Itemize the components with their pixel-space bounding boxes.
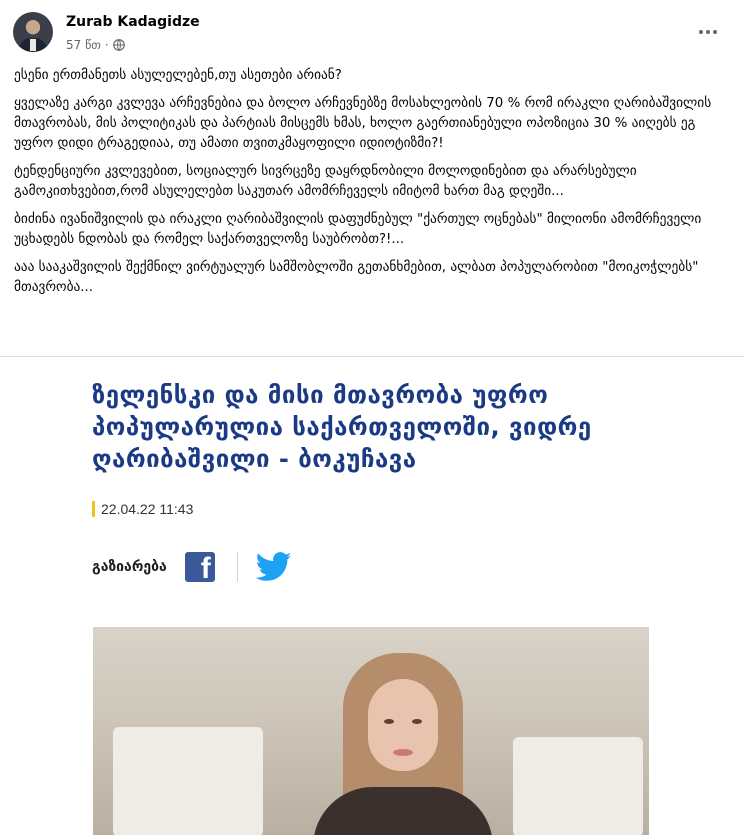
person-eye (384, 719, 394, 724)
more-dot (706, 30, 710, 34)
avatar-shirt (30, 39, 36, 51)
chair (513, 737, 643, 835)
post-paragraph: ესენი ერთმანეთს ასულელებენ,თუ ასეთები არ… (14, 68, 342, 83)
post-paragraph: ყველაზე კარგი კვლევა არჩევნებია და ბოლო … (14, 96, 712, 151)
twitter-icon[interactable] (255, 552, 292, 582)
article-headline[interactable]: ზელენსკი და მისი მთავრობა უფრო პოპულარულ… (92, 379, 692, 475)
date-accent-bar (92, 501, 95, 517)
person-lips (393, 749, 413, 756)
share-separator (236, 552, 238, 582)
facebook-icon[interactable]: f (184, 552, 215, 585)
post-paragraph: ბიძინა ივანიშვილის და ირაკლი ღარიბაშვილი… (14, 212, 702, 247)
article-date-row: 22.04.22 11:43 (92, 501, 193, 517)
article-date: 22.04.22 11:43 (101, 501, 194, 517)
avatar[interactable] (13, 12, 53, 52)
post-paragraph: ტენდენციური კვლევებით, სოციალურ სივრცეზე… (14, 164, 637, 199)
meta-separator: · (104, 38, 109, 52)
person-eye (412, 719, 422, 724)
person-face (368, 679, 438, 771)
chair (113, 727, 263, 835)
author-name[interactable]: Zurab Kadagidze (66, 14, 200, 30)
more-dot (699, 30, 703, 34)
post-time[interactable]: 57 წთ (66, 38, 101, 52)
more-options-icon[interactable] (694, 22, 722, 42)
post-header: Zurab Kadagidze 57 წთ · (0, 0, 744, 62)
article-photo[interactable] (93, 627, 649, 835)
post-meta: 57 წთ · (66, 38, 125, 52)
post-paragraph: ააა სააკაშვილის შექმნილ ვირტუალურ სამშობ… (14, 260, 699, 295)
post-body: ესენი ერთმანეთს ასულელებენ,თუ ასეთები არ… (14, 66, 730, 306)
globe-icon (112, 39, 125, 51)
share-row: გაზიარება f (92, 549, 292, 585)
more-dot (713, 30, 717, 34)
person-shoulders (313, 787, 493, 835)
share-label: გაზიარება (92, 559, 167, 575)
facebook-letter: f (200, 552, 211, 585)
shared-article[interactable]: ზელენსკი და მისი მთავრობა უფრო პოპულარულ… (0, 357, 744, 835)
